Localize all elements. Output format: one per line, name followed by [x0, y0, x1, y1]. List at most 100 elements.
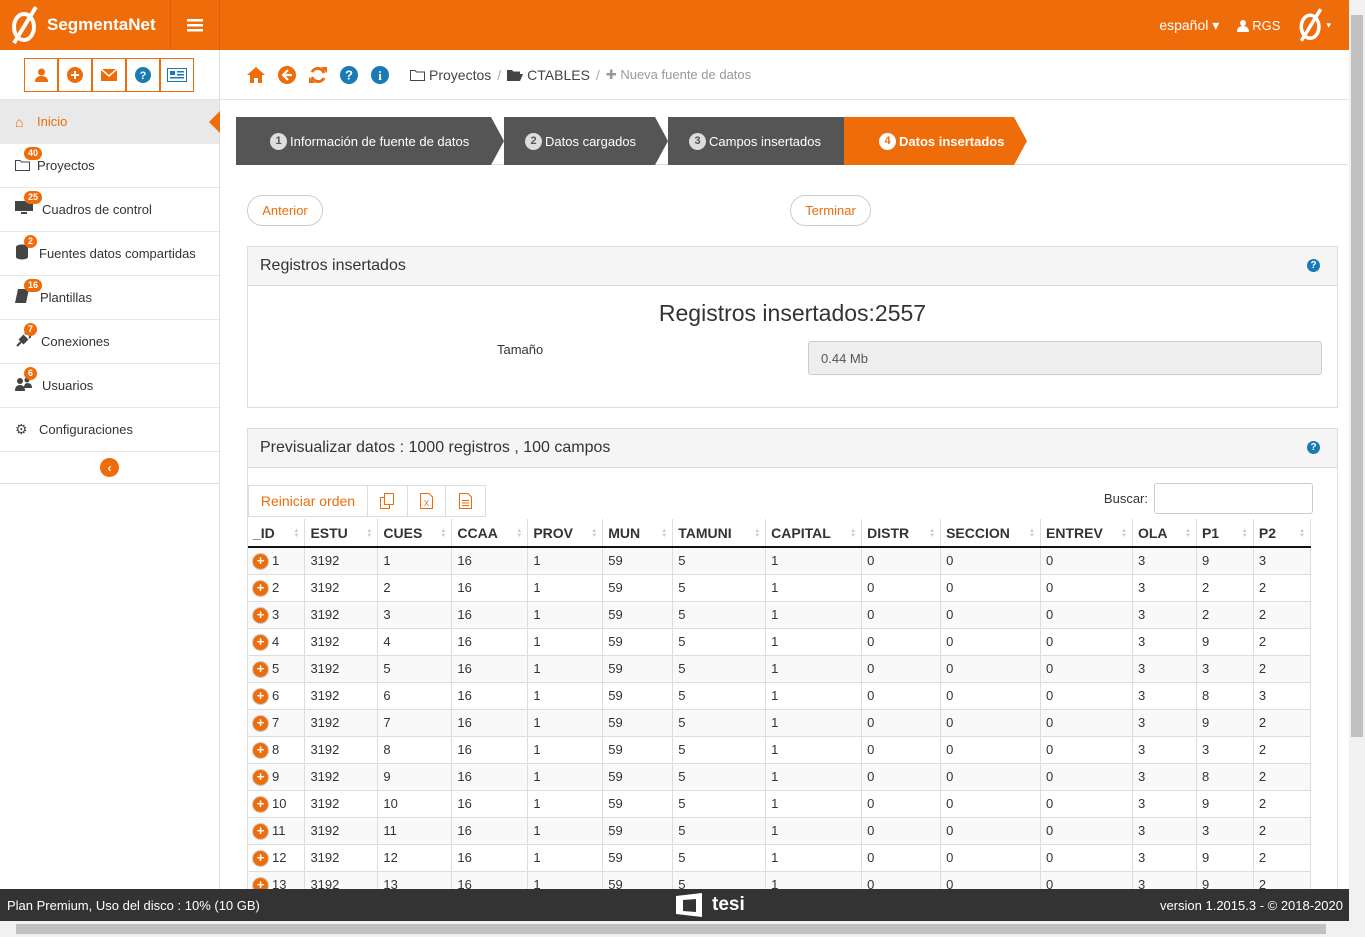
wizard-step-4[interactable]: 4 Datos insertados — [844, 117, 1014, 165]
mail-button[interactable] — [92, 57, 126, 92]
table-cell: 2 — [1253, 601, 1312, 629]
column-header[interactable]: ESTU — [304, 519, 379, 548]
back-button[interactable] — [271, 65, 302, 84]
sidebar-item-plantillas[interactable]: 16 Plantillas — [0, 276, 219, 320]
question-circle-icon[interactable]: ? — [1307, 441, 1320, 454]
table-cell: 9 — [377, 763, 453, 791]
row-id: 10 — [272, 795, 287, 811]
svg-text:?: ? — [345, 67, 353, 82]
newspaper-icon — [167, 67, 187, 82]
table-cell: 0 — [1040, 844, 1133, 872]
table-cell: 3192 — [304, 736, 379, 764]
expand-row-icon[interactable]: + — [253, 553, 268, 569]
home-button[interactable] — [240, 66, 271, 83]
expand-row-icon[interactable]: + — [253, 715, 268, 731]
copy-button[interactable] — [368, 486, 408, 516]
table-cell: 5 — [672, 844, 767, 872]
table-cell: 8 — [377, 736, 453, 764]
help-button[interactable]: ? — [126, 57, 160, 92]
column-header[interactable]: CAPITAL — [765, 519, 863, 548]
hamburger-icon — [187, 19, 203, 32]
language-dropdown[interactable]: español ▾ — [1159, 17, 1219, 34]
expand-row-icon[interactable]: + — [253, 580, 268, 596]
plus-icon: ✚ — [605, 66, 617, 82]
table-cell: 1 — [765, 763, 863, 791]
sidebar-item-proyectos[interactable]: 40 Proyectos — [0, 144, 219, 188]
column-header[interactable]: MUN — [602, 519, 674, 548]
column-header[interactable]: P2 — [1253, 519, 1312, 548]
reset-order-button[interactable]: Reiniciar orden — [249, 486, 368, 516]
table-cell: 59 — [602, 628, 674, 656]
expand-row-icon[interactable]: + — [253, 823, 268, 839]
column-header[interactable]: ENTREV — [1040, 519, 1133, 548]
tesi-logo: tesi — [674, 893, 745, 917]
wizard-step-3[interactable]: 3 Campos insertados — [668, 117, 844, 165]
breadcrumb-ctables[interactable]: CTABLES — [507, 67, 590, 83]
app-logo[interactable]: SegmentaNet — [0, 0, 170, 50]
horizontal-scrollbar[interactable] — [0, 921, 1365, 937]
breadcrumb-projects[interactable]: Proyectos — [410, 67, 491, 83]
expand-row-icon[interactable]: + — [253, 634, 268, 650]
add-button[interactable] — [58, 57, 92, 92]
row-id: 4 — [272, 633, 280, 649]
question-circle-icon[interactable]: ? — [1307, 259, 1320, 272]
column-header[interactable]: TAMUNI — [672, 519, 767, 548]
wizard-step-1[interactable]: 1 Información de fuente de datos — [236, 117, 491, 165]
folder-open-icon — [507, 69, 524, 81]
expand-row-icon[interactable]: + — [253, 850, 268, 866]
table-cell: 5 — [672, 736, 767, 764]
expand-row-icon[interactable]: + — [253, 796, 268, 812]
wizard-step-2[interactable]: 2 Datos cargados — [504, 117, 655, 165]
previous-button[interactable]: Anterior — [247, 195, 323, 226]
column-header[interactable]: DISTR — [861, 519, 942, 548]
finish-button[interactable]: Terminar — [790, 195, 871, 226]
collapse-sidebar-button[interactable]: ‹ — [100, 458, 119, 477]
pdf-button[interactable] — [446, 486, 485, 516]
expand-row-icon[interactable]: + — [253, 607, 268, 623]
table-cell: 3 — [1196, 817, 1254, 845]
info-button[interactable]: i — [364, 65, 395, 84]
plus-circle-icon — [67, 66, 83, 83]
column-header[interactable]: PROV — [527, 519, 604, 548]
expand-row-icon[interactable]: + — [253, 661, 268, 677]
column-header[interactable]: OLA — [1132, 519, 1197, 548]
expand-row-icon[interactable]: + — [253, 742, 268, 758]
table-cell: 1 — [527, 574, 604, 602]
question-circle-icon: ? — [339, 65, 358, 84]
column-header[interactable]: _ID — [248, 519, 306, 548]
table-cell: +8 — [248, 736, 306, 764]
user-menu[interactable]: RGS — [1237, 18, 1280, 33]
table-cell: 3 — [1132, 736, 1197, 764]
table-cell: +4 — [248, 628, 306, 656]
expand-row-icon[interactable]: + — [253, 769, 268, 785]
refresh-button[interactable] — [302, 66, 333, 84]
brand-menu[interactable]: ▾ — [1296, 6, 1331, 44]
search-input[interactable] — [1154, 483, 1313, 514]
sidebar-item-usuarios[interactable]: 6 Usuarios — [0, 364, 219, 408]
column-header[interactable]: P1 — [1196, 519, 1254, 548]
panel-title: Previsualizar datos : 1000 registros , 1… — [248, 429, 1337, 468]
profile-button[interactable] — [24, 57, 58, 92]
help-button[interactable]: ? — [333, 65, 364, 84]
column-header[interactable]: SECCION — [940, 519, 1042, 548]
table-cell: 3192 — [304, 790, 379, 818]
sidebar-item-configuraciones[interactable]: ⚙ Configuraciones — [0, 408, 219, 452]
count-badge: 25 — [24, 191, 43, 204]
table-cell: 5 — [672, 628, 767, 656]
sidebar-item-conexiones[interactable]: 7 Conexiones — [0, 320, 219, 364]
vertical-scrollbar[interactable] — [1349, 0, 1365, 921]
question-circle-icon: ? — [135, 66, 151, 83]
column-header[interactable]: CUES — [377, 519, 453, 548]
column-header[interactable]: CCAA — [451, 519, 529, 548]
version-info: version 1.2015.3 - © 2018-2020 — [1159, 897, 1343, 913]
panel-title: Registros insertados? — [248, 247, 1337, 286]
sidebar-item-inicio[interactable]: ⌂ Inicio — [0, 100, 220, 144]
excel-button[interactable]: X — [408, 486, 446, 516]
table-cell: 59 — [602, 655, 674, 683]
menu-toggle-button[interactable] — [170, 0, 220, 50]
sidebar-item-cuadros[interactable]: 25 Cuadros de control — [0, 188, 219, 232]
expand-row-icon[interactable]: + — [253, 688, 268, 704]
news-button[interactable] — [160, 57, 194, 92]
sidebar-item-fuentes[interactable]: 2 Fuentes datos compartidas — [0, 232, 219, 276]
table-cell: +10 — [248, 790, 306, 818]
